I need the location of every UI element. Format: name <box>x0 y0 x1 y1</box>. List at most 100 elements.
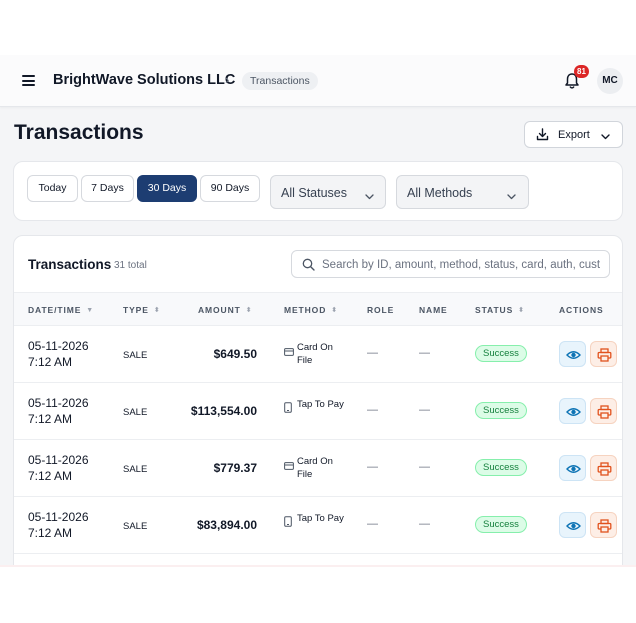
printer-icon <box>597 405 612 419</box>
table-row[interactable]: 05-11-2026 7:12 AM SALE $779.37 Card On F… <box>14 440 622 497</box>
phone-icon <box>284 516 292 531</box>
column-header-role: ROLE <box>367 305 395 315</box>
chevron-down-icon <box>601 131 610 143</box>
column-label: TYPE <box>123 305 149 315</box>
row-role: — <box>367 518 378 530</box>
sort-icon: ⬍ <box>518 307 525 314</box>
top-bar: BrightWave Solutions LLC › Transactions … <box>0 55 636 107</box>
range-30-days-button[interactable]: 30 Days <box>137 175 197 202</box>
row-method-label: Card On File <box>297 456 333 480</box>
method-select[interactable]: All Methods <box>396 175 529 209</box>
sort-icon: ⬍ <box>245 307 253 314</box>
row-time: 7:12 AM <box>28 469 73 483</box>
row-date: 05-11-2026 <box>28 339 89 353</box>
filter-card: Today 7 Days 30 Days 90 Days All Statuse… <box>13 161 623 221</box>
column-header-actions: ACTIONS <box>559 305 604 315</box>
search-box[interactable] <box>291 250 610 278</box>
row-date: 05-11-2026 <box>28 453 89 467</box>
export-label: Export <box>558 129 590 141</box>
notification-badge: 81 <box>574 65 589 78</box>
range-7-days-button[interactable]: 7 Days <box>81 175 134 202</box>
column-header-method[interactable]: METHOD ⬍ <box>284 305 338 315</box>
row-date: 05-11-2026 <box>28 510 89 524</box>
row-type: SALE <box>123 521 148 532</box>
table-header: DATE/TIME ▼ TYPE ⬍ AMOUNT ⬍ METHOD ⬍ ROLE NA… <box>14 292 622 326</box>
row-date: 05-11-2026 <box>28 396 89 410</box>
row-amount: $649.50 <box>213 347 257 361</box>
column-header-datetime[interactable]: DATE/TIME ▼ <box>28 305 94 315</box>
view-button[interactable] <box>559 512 586 538</box>
column-header-type[interactable]: TYPE ⬍ <box>123 305 161 315</box>
status-badge: Success <box>475 459 527 476</box>
print-button[interactable] <box>590 455 617 481</box>
row-method-label: Tap To Pay <box>297 513 344 524</box>
table-row[interactable]: 05-11-2026 7:12 AM SALE $83,894.00 Tap To… <box>14 497 622 554</box>
phone-icon <box>284 402 292 417</box>
row-amount: $779.37 <box>213 461 257 475</box>
table-title: Transactions <box>28 257 112 272</box>
status-select[interactable]: All Statuses <box>270 175 386 209</box>
row-time: 7:12 AM <box>28 412 73 426</box>
range-90-days-button[interactable]: 90 Days <box>200 175 260 202</box>
user-avatar[interactable]: MC <box>597 68 623 94</box>
view-button[interactable] <box>559 455 586 481</box>
column-header-status[interactable]: STATUS ⬍ <box>475 305 525 315</box>
column-label: METHOD <box>284 305 327 315</box>
table-row[interactable]: 05-11-2026 7:12 AM SALE $649.50 Card On F… <box>14 326 622 383</box>
row-name: — <box>419 518 430 530</box>
view-button[interactable] <box>559 341 586 367</box>
search-input[interactable] <box>322 256 606 274</box>
sort-icon: ⬍ <box>331 307 338 314</box>
view-button[interactable] <box>559 398 586 424</box>
row-amount: $83,894.00 <box>196 518 257 532</box>
status-badge: Success <box>475 402 527 419</box>
export-button[interactable]: Export <box>524 121 623 148</box>
row-role: — <box>367 461 378 473</box>
row-role: — <box>367 404 378 416</box>
row-method-label: Tap To Pay <box>297 399 344 410</box>
print-button[interactable] <box>590 341 617 367</box>
method-select-value: All Methods <box>407 186 473 200</box>
card-icon <box>284 347 294 360</box>
page-title: Transactions <box>14 121 144 144</box>
row-time: 7:12 AM <box>28 526 73 540</box>
bottom-divider <box>0 565 636 567</box>
sort-icon: ⬍ <box>153 307 161 314</box>
column-header-name: NAME <box>419 305 448 315</box>
table-count: 31 total <box>114 260 147 271</box>
column-label: DATE/TIME <box>28 305 82 315</box>
status-badge: Success <box>475 345 527 362</box>
table-row[interactable]: 05-11-2026 7:12 AM SALE $113,554.00 Tap T… <box>14 383 622 440</box>
row-method-label: Card On File <box>297 342 333 366</box>
print-button[interactable] <box>590 398 617 424</box>
breadcrumb-current: Transactions <box>242 72 318 90</box>
row-datetime: 05-11-2026 7:12 AM <box>28 452 118 484</box>
chevron-down-icon <box>507 189 516 203</box>
eye-icon <box>566 351 581 359</box>
row-type: SALE <box>123 350 148 361</box>
row-type: SALE <box>123 464 148 475</box>
company-name: BrightWave Solutions LLC <box>53 72 236 88</box>
column-label: AMOUNT <box>198 305 241 315</box>
row-time: 7:12 AM <box>28 355 73 369</box>
print-button[interactable] <box>590 512 617 538</box>
column-label: STATUS <box>475 305 514 315</box>
row-role: — <box>367 347 378 359</box>
row-datetime: 05-11-2026 7:12 AM <box>28 338 118 370</box>
download-icon <box>536 128 549 144</box>
row-amount: $113,554.00 <box>190 404 257 418</box>
menu-icon[interactable] <box>22 75 35 86</box>
row-name: — <box>419 347 430 359</box>
column-header-amount[interactable]: AMOUNT ⬍ <box>198 305 252 315</box>
printer-icon <box>597 348 612 362</box>
sort-desc-icon: ▼ <box>86 307 95 314</box>
app-frame: BrightWave Solutions LLC › Transactions … <box>0 55 636 567</box>
row-name: — <box>419 461 430 473</box>
row-datetime: 05-11-2026 7:12 AM <box>28 509 118 541</box>
row-datetime: 05-11-2026 7:12 AM <box>28 395 118 427</box>
range-today-button[interactable]: Today <box>27 175 78 202</box>
eye-icon <box>566 465 581 473</box>
printer-icon <box>597 519 612 533</box>
transactions-table-card: Transactions 31 total DATE/TIME ▼ TYPE ⬍ A… <box>13 235 623 567</box>
row-type: SALE <box>123 407 148 418</box>
